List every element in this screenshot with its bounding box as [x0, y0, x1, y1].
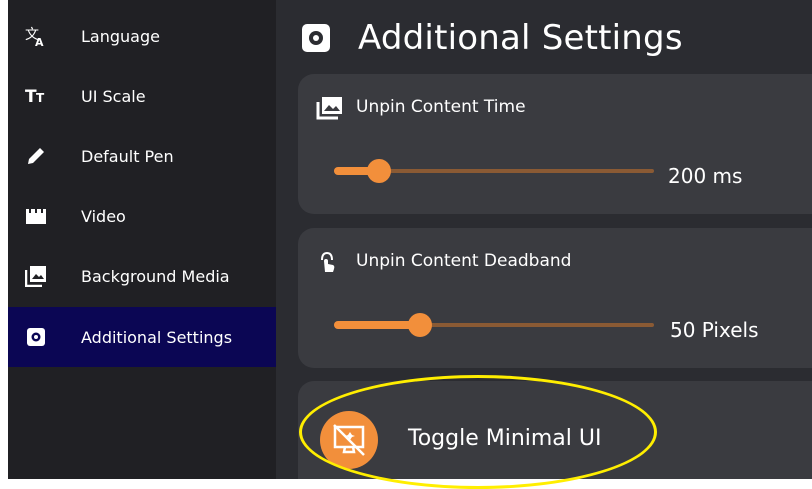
sidebar-item-label: Default Pen	[81, 146, 174, 166]
toggle-minimal-ui-label: Toggle Minimal UI	[408, 426, 602, 451]
unpin-content-time-card: Unpin Content Time 200 ms	[298, 74, 812, 214]
touch-icon	[318, 250, 340, 274]
slider-thumb[interactable]	[408, 313, 433, 337]
clapperboard-icon	[25, 205, 47, 227]
text-size-icon: T T	[25, 85, 47, 107]
gear-icon	[25, 326, 47, 348]
gear-icon	[300, 22, 332, 54]
sidebar-item-additional-settings[interactable]: Additional Settings	[8, 307, 276, 367]
slider-thumb[interactable]	[366, 159, 391, 183]
sidebar-item-label: Background Media	[81, 266, 230, 286]
sidebar-item-ui-scale[interactable]: T T UI Scale	[8, 66, 276, 126]
svg-text:A: A	[35, 36, 44, 47]
card-label: Unpin Content Deadband	[356, 251, 572, 271]
settings-window: 文 A Language T T UI Scale Default Pen Vi…	[8, 0, 812, 479]
minimal-ui-icon	[320, 411, 378, 469]
image-stack-icon	[25, 265, 47, 287]
sidebar: 文 A Language T T UI Scale Default Pen Vi…	[8, 0, 276, 479]
sidebar-item-background-media[interactable]: Background Media	[8, 246, 276, 306]
page-title: Additional Settings	[300, 10, 683, 66]
card-label: Unpin Content Time	[356, 97, 526, 117]
slider-value: 200 ms	[668, 164, 743, 188]
svg-text:T: T	[36, 91, 45, 105]
toggle-minimal-ui-card[interactable]: Toggle Minimal UI	[298, 381, 812, 479]
sidebar-item-label: Language	[81, 26, 160, 46]
sidebar-item-label: Video	[81, 206, 126, 226]
page-title-text: Additional Settings	[358, 18, 683, 58]
sidebar-item-default-pen[interactable]: Default Pen	[8, 126, 276, 186]
sidebar-item-label: UI Scale	[81, 86, 146, 106]
sidebar-item-label: Additional Settings	[81, 327, 233, 347]
slider-value: 50 Pixels	[670, 318, 759, 342]
sidebar-item-video[interactable]: Video	[8, 186, 276, 246]
translate-icon: 文 A	[25, 25, 47, 47]
settings-main: Additional Settings Unpin Content Time 2…	[276, 0, 812, 479]
pen-icon	[25, 145, 47, 167]
sidebar-item-language[interactable]: 文 A Language	[8, 6, 276, 66]
unpin-content-deadband-card: Unpin Content Deadband 50 Pixels	[298, 228, 812, 368]
image-stack-icon	[316, 96, 344, 120]
